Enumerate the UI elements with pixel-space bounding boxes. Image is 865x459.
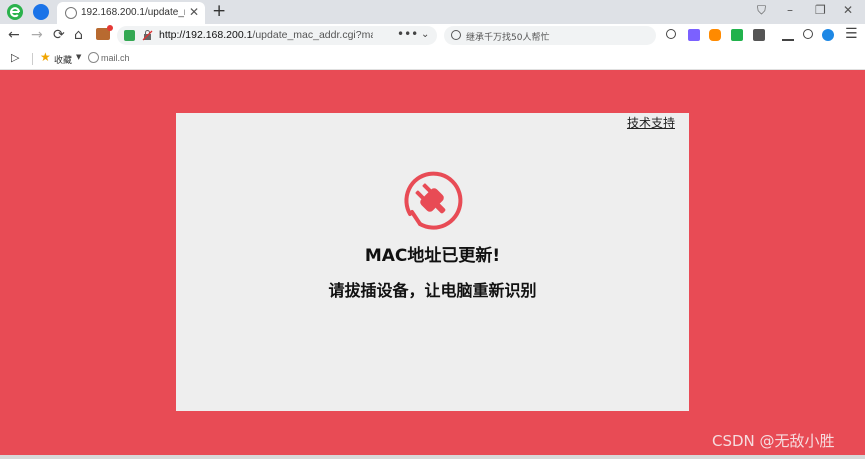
navigation-bar: ← → ⟳ ⌂ http://192.168.200.1/update_mac_… [0, 24, 865, 47]
forward-button[interactable]: → [31, 27, 43, 43]
favorites-label[interactable]: 收藏 [54, 53, 72, 66]
more-options-icon[interactable]: ••• [397, 27, 418, 41]
reload-button[interactable]: ⟳ [53, 27, 65, 43]
plug-icon [404, 171, 463, 230]
favorites-dropdown-icon[interactable]: ▼ [76, 53, 81, 61]
search-input[interactable]: 继承千万找50人帮忙 [466, 30, 549, 43]
extension-green-icon[interactable] [731, 29, 743, 41]
address-dropdown-icon[interactable]: ⌄ [421, 29, 429, 40]
page-title: MAC地址已更新! [364, 246, 501, 266]
back-button[interactable]: ← [8, 27, 20, 43]
pin-window-icon[interactable]: ⛉ [757, 3, 766, 18]
shield-icon[interactable] [124, 30, 135, 41]
bookmark-mail[interactable]: mail.ch [101, 53, 130, 63]
new-tab-button[interactable]: + [212, 1, 226, 21]
menu-icon[interactable]: ☰ [845, 26, 858, 42]
bookmarks-divider [32, 53, 33, 65]
watermark: CSDN @无敌小胜 [712, 432, 835, 450]
tab-active[interactable]: 192.168.200.1/update_mac_addr.cgi?mac ✕ [57, 2, 205, 24]
url-path: /update_mac_addr.cgi?mac [252, 29, 373, 41]
search-icon [451, 30, 461, 40]
undo-icon[interactable] [803, 29, 813, 39]
extension-purple-icon[interactable] [688, 29, 700, 41]
download-icon[interactable] [782, 29, 794, 41]
star-icon[interactable]: ★ [40, 50, 51, 64]
minimize-button[interactable]: – [787, 3, 793, 17]
globe-icon [88, 52, 99, 63]
globe-favicon-icon [65, 7, 77, 19]
extension-bag-icon[interactable] [96, 25, 113, 40]
support-link[interactable]: 技术支持 [627, 114, 675, 131]
url-text[interactable]: http://192.168.200.1/update_mac_addr.cgi… [159, 29, 373, 41]
gamepad-icon[interactable] [709, 29, 721, 41]
tab-close-icon[interactable]: ✕ [189, 5, 199, 19]
insecure-lock-icon[interactable] [142, 30, 153, 41]
content-card: 技术支持 MAC地址已更新! 请拔插设备，让电脑重新识别 [176, 113, 689, 411]
url-host: http://192.168.200.1 [159, 29, 253, 41]
tab-title: 192.168.200.1/update_mac_addr.cgi?mac [81, 7, 185, 18]
search-box[interactable]: 继承千万找50人帮忙 [444, 26, 656, 45]
close-window-button[interactable]: ✕ [843, 3, 853, 17]
edge-icon[interactable] [822, 29, 834, 41]
bookmarks-bar: ▷ ★ 收藏 ▼ mail.ch [0, 47, 865, 70]
notification-dot [107, 25, 113, 31]
sidebar-toggle-icon[interactable]: ▷ [11, 51, 19, 64]
instruction-text: 请拔插设备，让电脑重新识别 [328, 281, 537, 300]
puzzle-icon[interactable] [753, 29, 765, 41]
browser-logo-icon[interactable] [6, 3, 24, 21]
maximize-button[interactable]: ❐ [815, 3, 826, 17]
scissors-icon[interactable] [666, 29, 676, 39]
status-strip [0, 455, 865, 459]
tab-strip: 192.168.200.1/update_mac_addr.cgi?mac ✕ … [0, 0, 865, 24]
address-bar[interactable]: http://192.168.200.1/update_mac_addr.cgi… [117, 26, 437, 45]
home-button[interactable]: ⌂ [74, 27, 83, 43]
send-app-icon[interactable] [33, 4, 49, 20]
